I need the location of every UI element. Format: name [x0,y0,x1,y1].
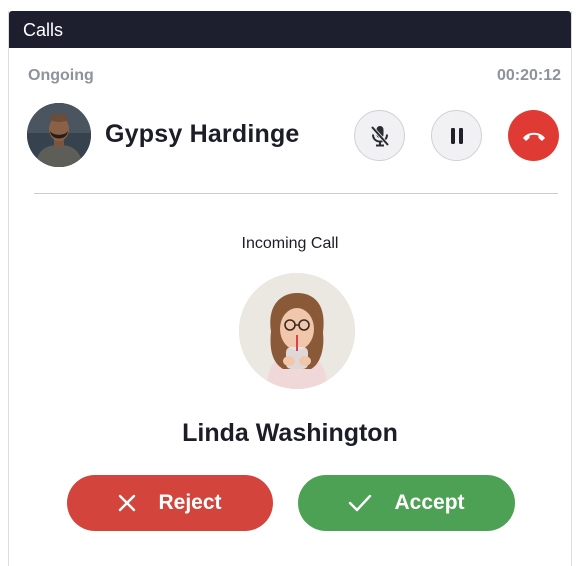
pause-icon [450,127,463,144]
hang-up-button[interactable] [508,110,559,161]
incoming-caller-name: Linda Washington [182,419,398,447]
call-timer: 00:20:12 [496,67,561,84]
header-title: Calls [23,20,64,40]
reject-label: Reject [158,491,222,514]
incoming-call-label: Incoming Call [241,235,339,252]
accept-button[interactable]: Accept [298,475,515,531]
microphone-off-icon [370,125,389,146]
close-icon [118,494,136,512]
calls-panel: Calls Ongoing 00:20:12 Gypsy Hardinge In… [8,11,572,566]
hold-button[interactable] [431,110,482,161]
mute-button[interactable] [354,110,405,161]
phone-hangup-icon [522,132,545,141]
accept-label: Accept [394,491,465,514]
ongoing-label: Ongoing [28,67,94,84]
checkmark-icon [348,494,372,512]
ongoing-caller-name: Gypsy Hardinge [105,120,300,148]
calls-header: Calls [9,11,571,48]
ongoing-caller-avatar [27,103,91,167]
reject-button[interactable]: Reject [67,475,273,531]
incoming-caller-avatar [239,273,355,389]
section-divider [34,193,558,194]
